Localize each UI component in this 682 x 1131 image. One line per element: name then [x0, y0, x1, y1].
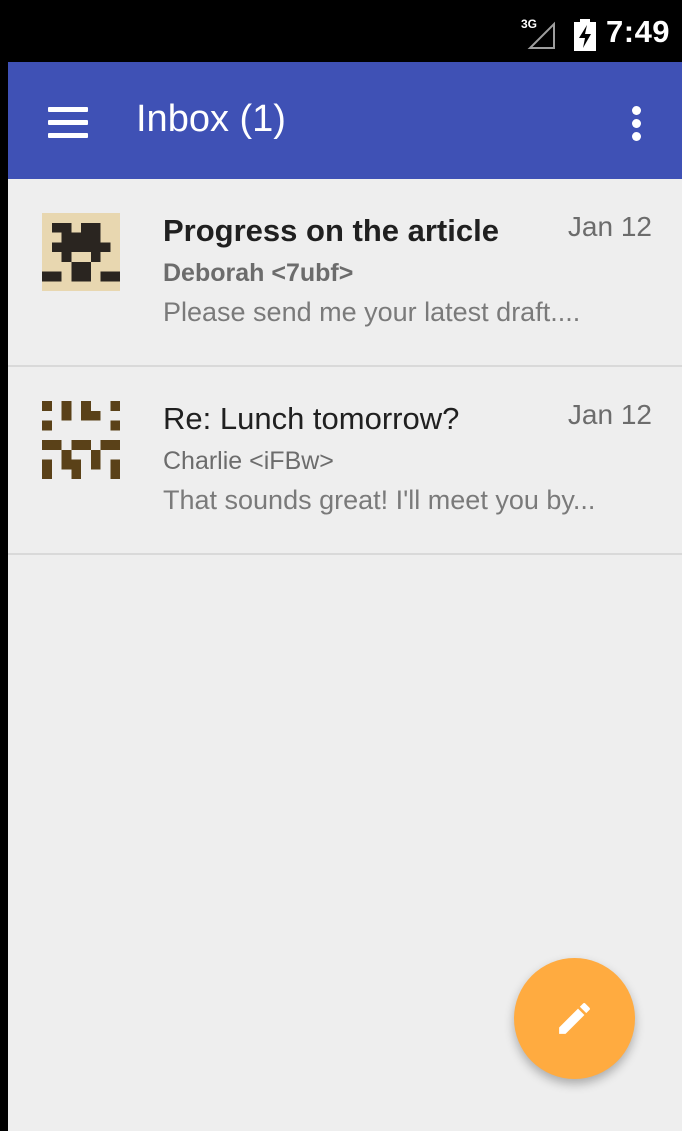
email-date: Jan 12: [567, 399, 652, 430]
email-snippet: That sounds great! I'll meet you by...: [163, 485, 596, 515]
cell-signal-icon: 3G: [521, 17, 555, 49]
sender-avatar: [42, 213, 120, 291]
overflow-menu-button[interactable]: [612, 92, 662, 152]
edit-pencil-icon: [559, 1003, 590, 1034]
battery-charging-icon: [574, 19, 596, 51]
app-bar: Inbox (1): [8, 62, 682, 179]
network-type-label: 3G: [521, 17, 537, 31]
status-time: 7:49: [606, 14, 671, 49]
status-bar: 3G 7:49: [0, 0, 682, 62]
email-sender: Charlie <iFBw>: [163, 447, 334, 475]
email-subject: Re: Lunch tomorrow?: [163, 401, 460, 436]
email-date: Jan 12: [567, 211, 652, 242]
phone-screen: 3G 7:49 Inbox (1) Progress on the articl…: [0, 0, 682, 1131]
email-subject: Progress on the article: [163, 213, 499, 248]
email-list-item[interactable]: Progress on the article Jan 12 Deborah <…: [8, 179, 682, 367]
page-title: Inbox (1): [136, 98, 286, 140]
sender-avatar: [42, 401, 120, 479]
compose-button[interactable]: [514, 958, 635, 1079]
email-snippet: Please send me your latest draft....: [163, 297, 581, 327]
email-list-item[interactable]: Re: Lunch tomorrow? Jan 12 Charlie <iFBw…: [8, 367, 682, 555]
navigation-menu-button[interactable]: [36, 92, 96, 152]
email-sender: Deborah <7ubf>: [163, 259, 354, 287]
